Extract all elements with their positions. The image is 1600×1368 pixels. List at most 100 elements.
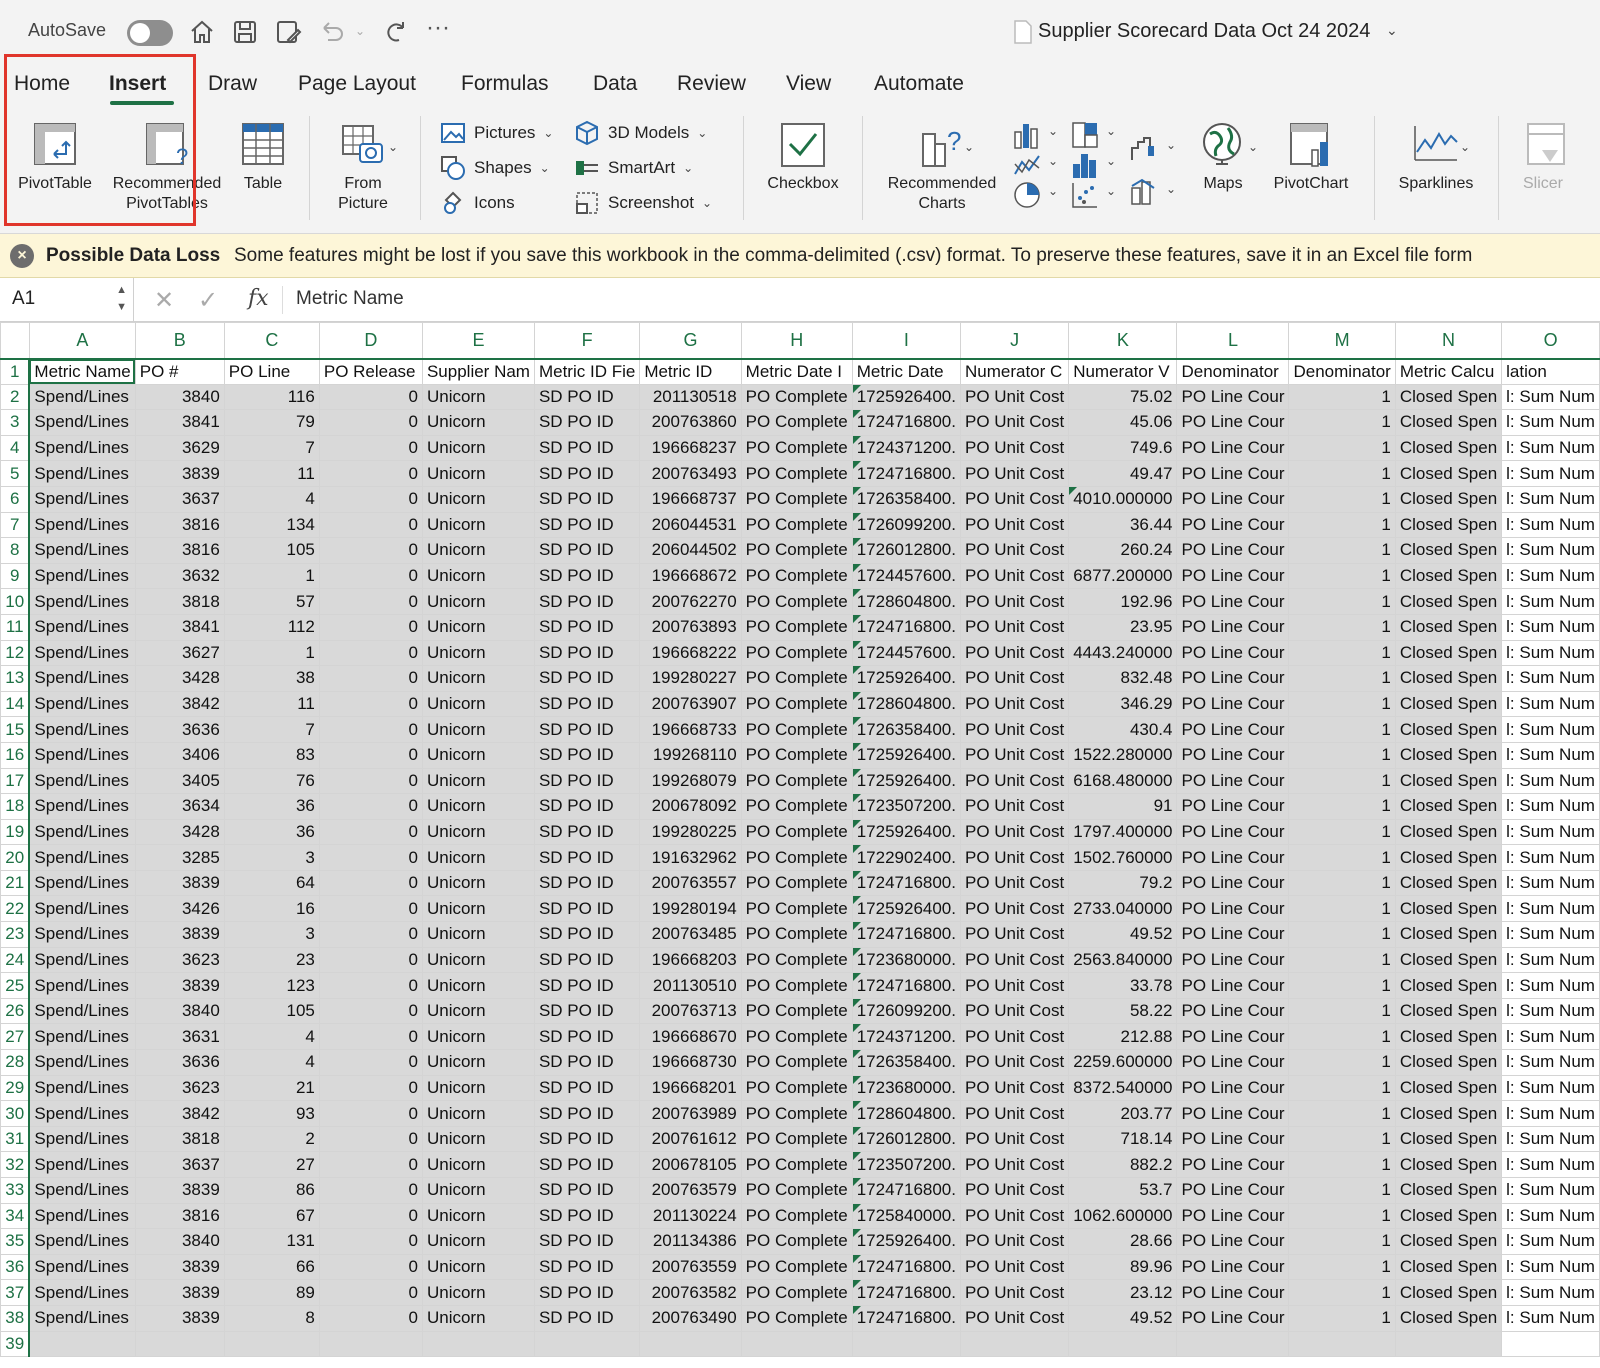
cell[interactable]: 3839: [134, 869, 225, 897]
cell[interactable]: 1725926400.: [851, 895, 962, 923]
cell[interactable]: l: Sum Num: [1501, 537, 1600, 564]
cell[interactable]: 1726358400.: [851, 1049, 962, 1076]
cell[interactable]: PO Line Cour: [1176, 511, 1290, 539]
column-header[interactable]: G: [639, 322, 742, 360]
cell[interactable]: Denominator: [1176, 358, 1290, 385]
cell[interactable]: Spend/Lines: [28, 895, 136, 923]
cell[interactable]: SD PO ID: [533, 1074, 641, 1102]
cell[interactable]: 206044531: [639, 511, 742, 539]
cell[interactable]: PO Unit Cost: [959, 997, 1070, 1025]
cell[interactable]: l: Sum Num: [1501, 1125, 1600, 1153]
cell[interactable]: 3623: [134, 1074, 225, 1102]
column-header[interactable]: J: [959, 322, 1070, 360]
home-icon[interactable]: [188, 18, 216, 46]
cell[interactable]: 201130518: [639, 383, 742, 411]
cell[interactable]: 123: [223, 972, 320, 999]
cell[interactable]: PO Complete: [740, 639, 853, 667]
cell[interactable]: 0: [318, 844, 423, 871]
cell[interactable]: 4443.240000: [1068, 639, 1178, 667]
cell[interactable]: 0: [318, 665, 423, 692]
cell[interactable]: Closed Spen: [1394, 997, 1503, 1025]
row-header[interactable]: 20: [0, 844, 31, 871]
row-header[interactable]: 31: [0, 1125, 31, 1153]
cell[interactable]: 1725840000.: [851, 1202, 962, 1230]
cell[interactable]: Closed Spen: [1394, 690, 1503, 718]
cell[interactable]: 199280227: [639, 665, 742, 692]
cell[interactable]: l: Sum Num: [1501, 997, 1600, 1025]
row-header[interactable]: 21: [0, 869, 31, 897]
cell[interactable]: SD PO ID: [533, 818, 641, 846]
tab-review[interactable]: Review: [677, 72, 746, 96]
cell[interactable]: 1725926400.: [851, 767, 962, 795]
recommended-charts-dropdown-icon[interactable]: ⌄: [964, 140, 974, 154]
cell[interactable]: 83: [223, 741, 320, 769]
close-icon[interactable]: ×: [10, 244, 34, 268]
cell[interactable]: PO Unit Cost: [959, 741, 1070, 769]
cell[interactable]: Closed Spen: [1394, 639, 1503, 667]
cell[interactable]: 1723507200.: [851, 1151, 962, 1178]
cell[interactable]: 1724716800.: [851, 1279, 962, 1306]
cell[interactable]: 200761612: [639, 1125, 742, 1153]
cell[interactable]: l: Sum Num: [1501, 946, 1600, 974]
cell[interactable]: 3623: [134, 946, 225, 974]
cell[interactable]: 112: [223, 613, 320, 641]
redo-icon[interactable]: [381, 18, 409, 46]
cell[interactable]: Spend/Lines: [28, 1100, 136, 1127]
cell[interactable]: SD PO ID: [533, 639, 641, 667]
cell[interactable]: 21: [223, 1074, 320, 1102]
cell[interactable]: 1: [1288, 1100, 1396, 1127]
cell[interactable]: 1725926400.: [851, 383, 962, 411]
cell[interactable]: Spend/Lines: [28, 741, 136, 769]
cell[interactable]: Unicorn: [421, 665, 535, 692]
cell[interactable]: PO Line Cour: [1176, 562, 1290, 590]
cell[interactable]: 23.12: [1068, 1279, 1178, 1306]
recommended-charts-button[interactable]: ? Recommended Charts: [878, 120, 1006, 214]
cell[interactable]: 105: [223, 997, 320, 1025]
cell[interactable]: PO Complete: [740, 1151, 853, 1178]
document-title[interactable]: Supplier Scorecard Data Oct 24 2024: [1038, 20, 1370, 43]
row-header[interactable]: 14: [0, 690, 31, 718]
cell[interactable]: 0: [318, 793, 423, 820]
cell[interactable]: 57: [223, 588, 320, 615]
cell[interactable]: Spend/Lines: [28, 1151, 136, 1178]
cell[interactable]: PO Complete: [740, 972, 853, 999]
cell[interactable]: PO Complete: [740, 588, 853, 615]
cell[interactable]: PO Line Cour: [1176, 434, 1290, 462]
cell[interactable]: Spend/Lines: [28, 844, 136, 871]
cell[interactable]: SD PO ID: [533, 1100, 641, 1127]
cell[interactable]: l: Sum Num: [1501, 1228, 1600, 1255]
cell[interactable]: 200678092: [639, 793, 742, 820]
cell[interactable]: 3841: [134, 409, 225, 436]
cell[interactable]: [639, 1330, 742, 1358]
cell[interactable]: 105: [223, 537, 320, 564]
select-all-corner[interactable]: [0, 322, 30, 360]
cell[interactable]: 28.66: [1068, 1228, 1178, 1255]
cell[interactable]: 1: [1288, 921, 1396, 948]
cell[interactable]: Spend/Lines: [28, 1023, 136, 1051]
waterfall-chart-dropdown-icon[interactable]: ⌄: [1166, 138, 1176, 152]
cell[interactable]: 75.02: [1068, 383, 1178, 411]
cell[interactable]: PO Unit Cost: [959, 1304, 1070, 1332]
cell[interactable]: l: Sum Num: [1501, 869, 1600, 897]
cell[interactable]: 0: [318, 588, 423, 615]
cell[interactable]: 1722902400.: [851, 844, 962, 871]
cell[interactable]: 1724371200.: [851, 1023, 962, 1051]
hierarchy-chart-dropdown-icon[interactable]: ⌄: [1106, 124, 1116, 138]
cell[interactable]: 3816: [134, 537, 225, 564]
cell[interactable]: Unicorn: [421, 1202, 535, 1230]
cell[interactable]: 200763893: [639, 613, 742, 641]
cell[interactable]: PO Unit Cost: [959, 383, 1070, 411]
column-header[interactable]: O: [1501, 322, 1600, 360]
cell[interactable]: 3839: [134, 1177, 225, 1204]
cell[interactable]: 3636: [134, 716, 225, 743]
cell[interactable]: Closed Spen: [1394, 1049, 1503, 1076]
3d-models-button[interactable]: 3D Models ⌄: [574, 119, 707, 147]
cell[interactable]: Closed Spen: [1394, 613, 1503, 641]
row-header[interactable]: 35: [0, 1228, 31, 1255]
cell[interactable]: Unicorn: [421, 485, 535, 513]
cell[interactable]: l: Sum Num: [1501, 716, 1600, 743]
cell[interactable]: Spend/Lines: [28, 869, 136, 897]
cell[interactable]: Spend/Lines: [28, 460, 136, 487]
cell[interactable]: 1: [1288, 1023, 1396, 1051]
cell[interactable]: 11: [223, 690, 320, 718]
